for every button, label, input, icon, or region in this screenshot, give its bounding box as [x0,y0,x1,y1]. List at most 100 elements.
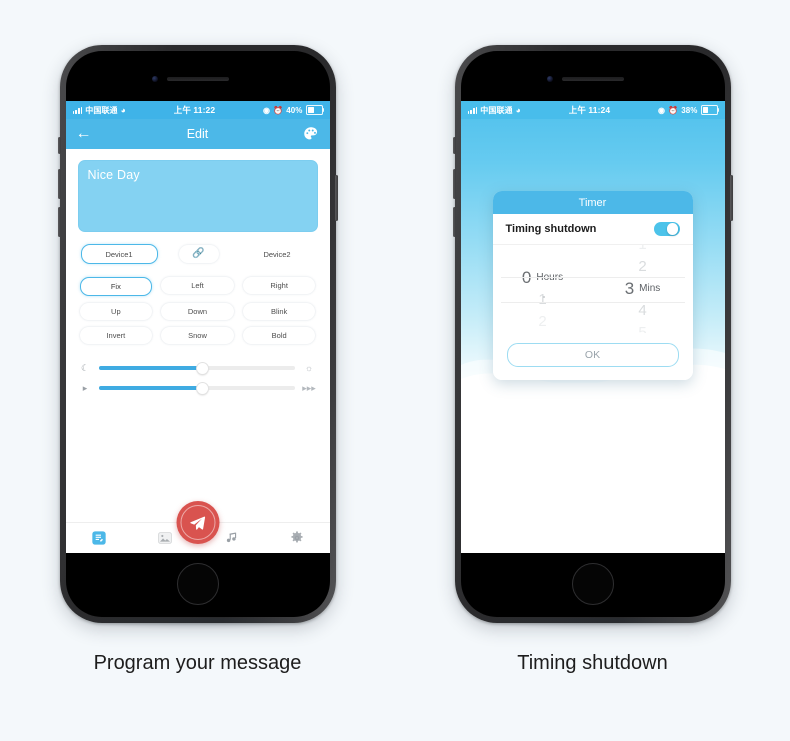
mute-switch-right[interactable] [452,137,456,154]
minutes-next-2: 5 [638,324,647,333]
carrier-label-right: 中国联通 [480,105,513,115]
speed-slider-knob[interactable] [196,382,208,394]
tab-text[interactable] [88,529,110,547]
brightness-slider-knob[interactable] [196,362,208,374]
hours-next-1: 1 [538,291,547,308]
hours-unit-label: Hours [536,272,564,283]
timer-dialog: Timer Timing shutdown 0 Hours 1 2 2 3 Mi… [492,191,693,380]
screen-right: 中国联通 ◕ 上午 11:24 ◉ ⏰ 38% Timer Timing shu… [460,101,725,553]
screen-left: 中国联通 ◕ 上午 11:22 ◉ ⏰ 40% ← Edit Nice Day … [65,101,330,553]
effect-button-down[interactable]: Down [161,303,234,320]
hours-selected-item: 0 Hours [522,267,563,289]
fast-forward-icon: ▸▸▸ [302,382,316,393]
duration-picker: 0 Hours 1 2 2 3 Mins 4 5 [492,245,693,333]
rotation-lock-icon: ◉ [263,105,271,115]
hours-item-below-1: 1 [538,289,546,311]
alarm-icon: ⏰ [273,105,284,115]
mute-switch[interactable] [57,137,61,154]
status-bar-left: 中国联通 ◕ 上午 11:22 ◉ ⏰ 40% [65,101,330,119]
play-slow-icon: ▸ [82,382,88,393]
effect-button-bold[interactable]: Bold [242,327,316,344]
status-clock-right: 上午 11:24 [568,105,611,115]
effect-button-snow[interactable]: Snow [161,327,234,344]
tab-music[interactable] [220,529,242,547]
minutes-value: 3 [624,279,635,298]
hours-picker-column[interactable]: 0 Hours 1 2 [493,245,593,333]
minutes-item-below-2: 5 [638,322,646,333]
toggle-knob [666,223,679,235]
minutes-item-above-1: 1 [638,245,646,256]
battery-icon-right [700,105,720,115]
status-left-group-right: 中国联通 ◕ [467,105,521,116]
status-right-group: ◉ ⏰ 40% [263,105,325,115]
effect-button-invert[interactable]: Invert [79,327,153,344]
bottom-tabbar [65,501,330,553]
power-button-right[interactable] [729,175,733,221]
volume-up-button[interactable] [57,169,61,199]
page-title: Edit [186,127,209,141]
effect-button-fix[interactable]: Fix [79,277,153,296]
phone-device-left: 中国联通 ◕ 上午 11:22 ◉ ⏰ 40% ← Edit Nice Day … [57,45,338,630]
device2-button[interactable]: Device2 [240,245,315,263]
hours-next-2: 2 [538,313,547,330]
tab-image[interactable] [154,529,176,547]
effect-button-left[interactable]: Left [161,277,234,294]
minutes-item-above-2: 2 [638,256,646,278]
timing-shutdown-row[interactable]: Timing shutdown [492,214,693,245]
volume-down-button-right[interactable] [452,207,456,237]
earpiece-speaker [166,77,229,81]
minutes-prev-1: 1 [638,245,646,256]
timer-app: 中国联通 ◕ 上午 11:24 ◉ ⏰ 38% Timer Timing shu… [460,101,725,553]
right-caption: Timing shutdown [517,652,668,674]
carrier-label: 中国联通 [85,105,118,115]
edit-app: 中国联通 ◕ 上午 11:22 ◉ ⏰ 40% ← Edit Nice Day … [65,101,330,553]
speed-slider[interactable] [98,382,295,394]
brightness-low-icon: ☾ [80,362,90,373]
message-text: Nice Day [87,168,140,182]
brightness-slider[interactable] [98,362,295,374]
timer-dialog-footer: OK [492,333,693,380]
left-panel: 中国联通 ◕ 上午 11:22 ◉ ⏰ 40% ← Edit Nice Day … [0,0,395,741]
minutes-picker-column[interactable]: 1 2 3 Mins [593,245,693,333]
picker-center-dot [542,296,545,299]
send-button[interactable] [176,501,219,544]
color-palette-icon[interactable] [302,125,320,143]
right-panel: 中国联通 ◕ 上午 11:24 ◉ ⏰ 38% Timer Timing shu… [395,0,790,741]
timing-shutdown-toggle[interactable] [653,222,680,236]
message-input[interactable]: Nice Day [77,160,318,232]
home-button-right[interactable] [571,563,614,605]
minutes-unit-label: Mins [639,283,661,294]
effect-button-up[interactable]: Up [79,303,153,320]
home-button[interactable] [176,563,219,605]
left-caption: Program your message [93,652,302,674]
device2-label: Device2 [263,249,291,259]
volume-down-button[interactable] [57,207,61,237]
front-camera-right [546,76,553,82]
power-button[interactable] [334,175,338,221]
signal-strength-icon [72,106,83,114]
message-editor-wrap: Nice Day [66,149,330,232]
device-selector-row: Device1 🔗 Device2 [66,232,330,264]
status-clock: 上午 11:22 [173,105,216,115]
tab-settings[interactable] [286,529,308,547]
ok-button[interactable]: OK [506,343,679,367]
battery-percent-label: 40% [286,105,303,115]
phone-device-right: 中国联通 ◕ 上午 11:24 ◉ ⏰ 38% Timer Timing shu… [452,45,733,630]
hours-value: 0 [521,268,532,287]
status-bar-right: 中国联通 ◕ 上午 11:24 ◉ ⏰ 38% [460,101,725,119]
device1-button[interactable]: Device1 [80,244,158,264]
hours-item-below-2: 2 [538,311,546,333]
alarm-icon-right: ⏰ [668,105,679,115]
status-right-group-right: ◉ ⏰ 38% [658,105,720,115]
link-devices-button[interactable]: 🔗 [178,245,219,263]
effect-button-blink[interactable]: Blink [242,303,316,320]
effect-button-right[interactable]: Right [242,277,316,294]
signal-strength-icon-right [467,106,478,114]
back-arrow-icon[interactable]: ← [76,126,96,142]
edit-navbar: ← Edit [65,119,330,149]
minutes-selected-item: 3 Mins [625,278,661,300]
timer-dialog-title: Timer [492,191,693,214]
volume-up-button-right[interactable] [452,169,456,199]
minutes-prev-2: 2 [638,258,647,275]
brightness-high-icon: ☼ [304,362,314,373]
